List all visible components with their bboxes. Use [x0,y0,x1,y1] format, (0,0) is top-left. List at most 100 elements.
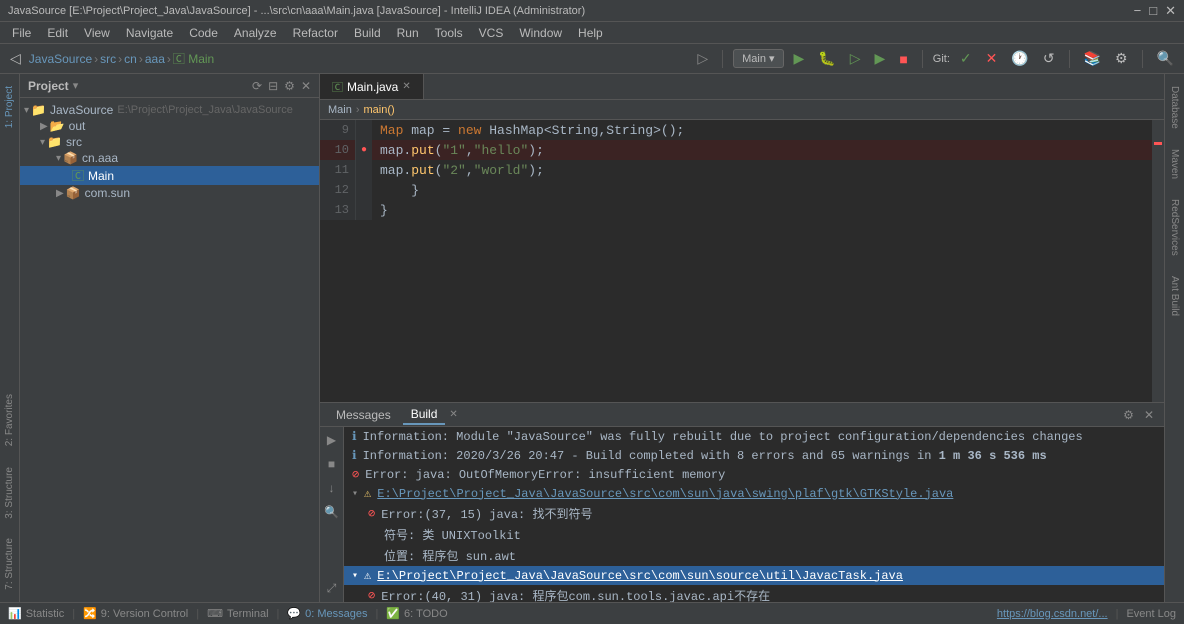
menu-vcs[interactable]: VCS [471,24,512,42]
msg-info-1[interactable]: ℹ Information: Module "JavaSource" was f… [344,427,1164,446]
git-check-icon[interactable]: ✓ [956,48,976,69]
msg-rerun-icon[interactable]: ▶ [325,431,338,449]
menu-refactor[interactable]: Refactor [285,24,346,42]
menu-run[interactable]: Run [389,24,427,42]
run-other-button[interactable]: ▶ [871,48,890,69]
code-scroll-area[interactable]: 9 Map map = new HashMap<String,String>()… [320,120,1152,402]
status-todo[interactable]: ✅ 6: TODO [386,607,447,620]
breadcrumb-cn[interactable]: cn [124,52,137,66]
msg-expand-icon[interactable]: ⤢ [325,579,339,598]
tab-close-icon[interactable]: ✕ [402,81,410,92]
git-revert-icon[interactable]: ↺ [1039,48,1059,69]
forward-icon[interactable]: ▷ [693,48,712,69]
breadcrumb-class[interactable]: Main [328,104,352,116]
msg-error-oom[interactable]: ⊘ Error: java: OutOfMemoryError: insuffi… [344,465,1164,484]
run-button[interactable]: ▶ [790,48,809,69]
msg-tab-messages[interactable]: Messages [328,406,399,424]
msg-path-javactask[interactable]: E:\Project\Project_Java\JavaSource\src\c… [377,569,903,583]
tree-src[interactable]: ▾ 📁 src [20,134,319,150]
breadcrumb-method[interactable]: main() [364,104,395,116]
breadcrumb-javasource[interactable]: JavaSource [29,52,92,66]
msg-expand-javactask[interactable]: ▾ [352,570,358,582]
status-version-control[interactable]: 🔀 9: Version Control [83,607,188,620]
project-close-icon[interactable]: ✕ [301,79,311,93]
tree-cn-aaa[interactable]: ▾ 📦 cn.aaa [20,150,319,166]
breakpoint-col-13[interactable] [356,200,372,220]
breakpoint-col-11[interactable] [356,160,372,180]
sidebar-item-project[interactable]: 1: Project [2,82,17,132]
tree-root[interactable]: ▾ 📁 JavaSource E:\Project\Project_Java\J… [20,102,319,118]
msg-javactask-err1[interactable]: ⊘ Error:(40, 31) java: 程序包com.sun.tools.… [344,585,1164,602]
run-config-selector[interactable]: Main ▾ [733,49,783,68]
tree-out-arrow[interactable]: ▶ [40,121,48,132]
tree-src-arrow[interactable]: ▾ [40,137,45,148]
tab-main-java[interactable]: 🄲 Main.java ✕ [320,74,424,99]
tree-com-sun-arrow[interactable]: ▶ [56,188,64,199]
menu-navigate[interactable]: Navigate [118,24,181,42]
tree-main[interactable]: 🄲 Main [20,166,319,185]
sidebar-item-structure[interactable]: 3: Structure [2,463,17,523]
menu-build[interactable]: Build [346,24,389,42]
msg-close-icon[interactable]: ✕ [1142,406,1156,424]
code-editor[interactable]: 9 Map map = new HashMap<String,String>()… [320,120,1164,402]
sidebar-ant-build[interactable]: Ant Build [1167,272,1182,320]
tree-cn-aaa-arrow[interactable]: ▾ [56,153,61,164]
settings-icon[interactable]: ⚙ [1111,48,1132,69]
sidebar-redservices[interactable]: RedServices [1167,195,1182,260]
run-coverage-button[interactable]: ▷ [846,48,865,69]
project-collapse-icon[interactable]: ⊟ [268,79,278,93]
tree-root-arrow[interactable]: ▾ [24,105,29,116]
project-sync-icon[interactable]: ⟳ [252,79,262,93]
menu-help[interactable]: Help [570,24,611,42]
status-statistic[interactable]: 📊 Statistic [8,607,64,620]
menu-file[interactable]: File [4,24,39,42]
sidebar-item-favorites[interactable]: 2: Favorites [2,390,17,450]
breadcrumb-main[interactable]: 🄲 Main [173,50,214,67]
breakpoint-dot[interactable]: ● [361,145,367,156]
git-x-icon[interactable]: ✕ [982,48,1002,69]
minimize-button[interactable]: − [1134,3,1142,19]
sidebar-maven[interactable]: Maven [1167,145,1182,183]
close-button[interactable]: ✕ [1165,3,1176,19]
project-settings-icon[interactable]: ⚙ [284,79,295,93]
sidebar-database[interactable]: Database [1167,82,1182,133]
msg-stop-icon[interactable]: ■ [326,455,337,473]
msg-settings-icon[interactable]: ⚙ [1121,406,1136,424]
status-url[interactable]: https://blog.csdn.net/... [997,608,1108,620]
msg-gtkstyle-err1[interactable]: ⊘ Error:(37, 15) java: 找不到符号 [344,503,1164,524]
breakpoint-col-9[interactable] [356,120,372,140]
msg-scroll-end-icon[interactable]: ↓ [327,479,337,497]
menu-analyze[interactable]: Analyze [226,24,285,42]
stop-button[interactable]: ■ [895,49,911,69]
debug-button[interactable]: 🐛 [814,48,839,69]
project-header-dropdown[interactable]: ▾ [73,79,79,92]
menu-window[interactable]: Window [511,24,570,42]
maximize-button[interactable]: □ [1149,3,1157,19]
msg-expand-gtkstyle[interactable]: ▾ [352,488,358,500]
msg-javactask[interactable]: ▾ ⚠ E:\Project\Project_Java\JavaSource\s… [344,566,1164,585]
breakpoint-col-12[interactable] [356,180,372,200]
git-history-icon[interactable]: 🕐 [1007,48,1032,69]
tree-com-sun[interactable]: ▶ 📦 com.sun [20,185,319,201]
back-icon[interactable]: ◁ [6,48,25,69]
msg-filter-icon[interactable]: 🔍 [322,503,341,521]
menu-tools[interactable]: Tools [427,24,471,42]
breadcrumb-src[interactable]: src [100,52,116,66]
sidebar-item-structure2[interactable]: 7: Structure [2,534,17,594]
status-messages[interactable]: 💬 0: Messages [287,607,367,620]
msg-tab-close[interactable]: ✕ [449,409,457,420]
breadcrumb-aaa[interactable]: aaa [145,52,165,66]
msg-info-2[interactable]: ℹ Information: 2020/3/26 20:47 - Build c… [344,446,1164,465]
search-everywhere-icon[interactable]: 🔍 [1153,48,1178,69]
menu-view[interactable]: View [76,24,118,42]
msg-tab-build[interactable]: Build [403,405,446,425]
status-event-log[interactable]: Event Log [1126,608,1176,620]
menu-edit[interactable]: Edit [39,24,76,42]
breakpoint-col-10[interactable]: ● [356,140,372,160]
status-terminal[interactable]: ⌨ Terminal [207,607,268,620]
messages-content[interactable]: ℹ Information: Module "JavaSource" was f… [344,427,1164,602]
bookmarks-icon[interactable]: 📚 [1080,48,1105,69]
tree-out[interactable]: ▶ 📂 out [20,118,319,134]
menu-code[interactable]: Code [181,24,226,42]
msg-path-gtkstyle[interactable]: E:\Project\Project_Java\JavaSource\src\c… [377,487,953,501]
